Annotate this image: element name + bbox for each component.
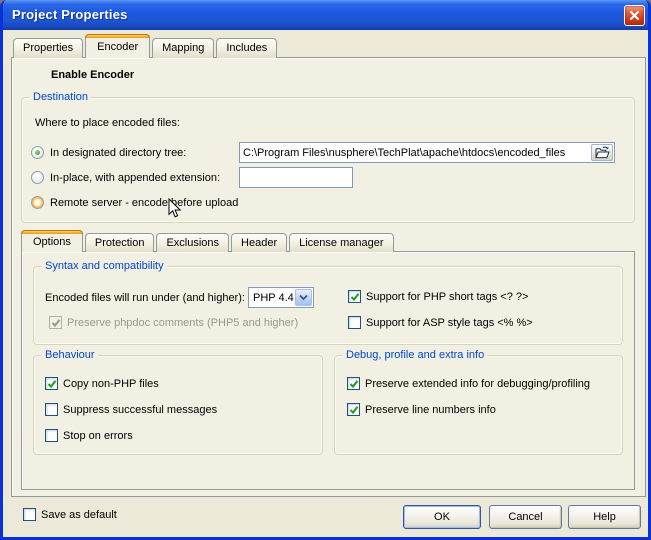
directory-path-field[interactable]: C:\Program Files\nusphere\TechPlat\apach… bbox=[239, 142, 615, 163]
window-title: Project Properties bbox=[12, 7, 128, 22]
subtab-options[interactable]: Options bbox=[21, 230, 83, 252]
php-version-select[interactable]: PHP 4.4 bbox=[248, 287, 314, 308]
radio-designated-directory[interactable] bbox=[31, 146, 44, 159]
asp-tags-label: Support for ASP style tags <% %> bbox=[366, 317, 533, 330]
preserve-extended-info-label: Preserve extended info for debugging/pro… bbox=[365, 378, 590, 391]
close-button[interactable] bbox=[624, 5, 645, 26]
radio-in-place-label: In-place, with appended extension: bbox=[50, 172, 220, 185]
phpdoc-label: Preserve phpdoc comments (PHP5 and highe… bbox=[67, 317, 298, 330]
title-bar[interactable]: Project Properties bbox=[0, 0, 651, 30]
check-icon bbox=[51, 318, 61, 328]
copy-non-php-checkbox[interactable] bbox=[45, 377, 58, 390]
mouse-cursor bbox=[168, 198, 182, 219]
short-tags-checkbox[interactable] bbox=[348, 290, 361, 303]
suppress-messages-label: Suppress successful messages bbox=[63, 404, 217, 417]
suppress-messages-checkbox[interactable] bbox=[45, 403, 58, 416]
combo-arrow-button[interactable] bbox=[295, 289, 312, 306]
browse-folder-button[interactable] bbox=[591, 144, 613, 161]
check-icon bbox=[47, 379, 57, 389]
preserve-line-numbers-checkbox[interactable] bbox=[347, 403, 360, 416]
tab-mapping[interactable]: Mapping bbox=[152, 38, 214, 58]
enable-encoder-label: Enable Encoder bbox=[51, 69, 134, 82]
radio-remote-server-label: Remote server - encode before upload bbox=[50, 197, 238, 210]
run-under-label: Encoded files will run under (and higher… bbox=[45, 292, 245, 305]
radio-designated-directory-label: In designated directory tree: bbox=[50, 147, 186, 160]
tab-encoder[interactable]: Encoder bbox=[85, 34, 150, 58]
ok-button[interactable]: OK bbox=[403, 505, 481, 529]
syntax-group-title: Syntax and compatibility bbox=[42, 260, 167, 273]
radio-remote-server[interactable] bbox=[31, 196, 44, 209]
radio-in-place[interactable] bbox=[31, 171, 44, 184]
destination-group-title: Destination bbox=[30, 91, 91, 104]
cancel-button[interactable]: Cancel bbox=[489, 505, 562, 529]
stop-on-errors-checkbox[interactable] bbox=[45, 429, 58, 442]
preserve-extended-info-checkbox[interactable] bbox=[347, 377, 360, 390]
subtab-license-manager[interactable]: License manager bbox=[289, 233, 393, 252]
open-folder-icon bbox=[595, 146, 610, 159]
subtab-protection[interactable]: Protection bbox=[85, 233, 155, 252]
tab-includes[interactable]: Includes bbox=[216, 38, 277, 58]
subtab-exclusions[interactable]: Exclusions bbox=[156, 233, 229, 252]
check-icon bbox=[350, 292, 360, 302]
short-tags-label: Support for PHP short tags <? ?> bbox=[366, 291, 528, 304]
subtab-header[interactable]: Header bbox=[231, 233, 287, 252]
phpdoc-checkbox bbox=[49, 316, 62, 329]
extension-input[interactable] bbox=[239, 167, 353, 188]
directory-path-value: C:\Program Files\nusphere\TechPlat\apach… bbox=[240, 147, 568, 159]
project-properties-dialog: Project Properties Properties Encoder Ma… bbox=[0, 0, 651, 540]
check-icon bbox=[349, 379, 359, 389]
debug-group-title: Debug, profile and extra info bbox=[343, 349, 487, 362]
chevron-down-icon bbox=[299, 294, 308, 301]
asp-tags-checkbox[interactable] bbox=[348, 316, 361, 329]
where-to-place-label: Where to place encoded files: bbox=[35, 117, 180, 130]
check-icon bbox=[349, 405, 359, 415]
help-button[interactable]: Help bbox=[568, 505, 641, 529]
copy-non-php-label: Copy non-PHP files bbox=[63, 378, 159, 391]
main-tabstrip: Properties Encoder Mapping Includes bbox=[13, 34, 277, 58]
save-as-default-checkbox[interactable] bbox=[23, 508, 36, 521]
php-version-value: PHP 4.4 bbox=[249, 292, 298, 304]
syntax-group: Syntax and compatibility bbox=[33, 266, 623, 345]
preserve-line-numbers-label: Preserve line numbers info bbox=[365, 404, 496, 417]
options-tabstrip: Options Protection Exclusions Header Lic… bbox=[21, 229, 394, 252]
close-icon bbox=[629, 10, 640, 21]
tab-properties[interactable]: Properties bbox=[13, 38, 83, 58]
behaviour-group-title: Behaviour bbox=[42, 349, 98, 362]
stop-on-errors-label: Stop on errors bbox=[63, 430, 133, 443]
save-as-default-label: Save as default bbox=[41, 509, 117, 522]
